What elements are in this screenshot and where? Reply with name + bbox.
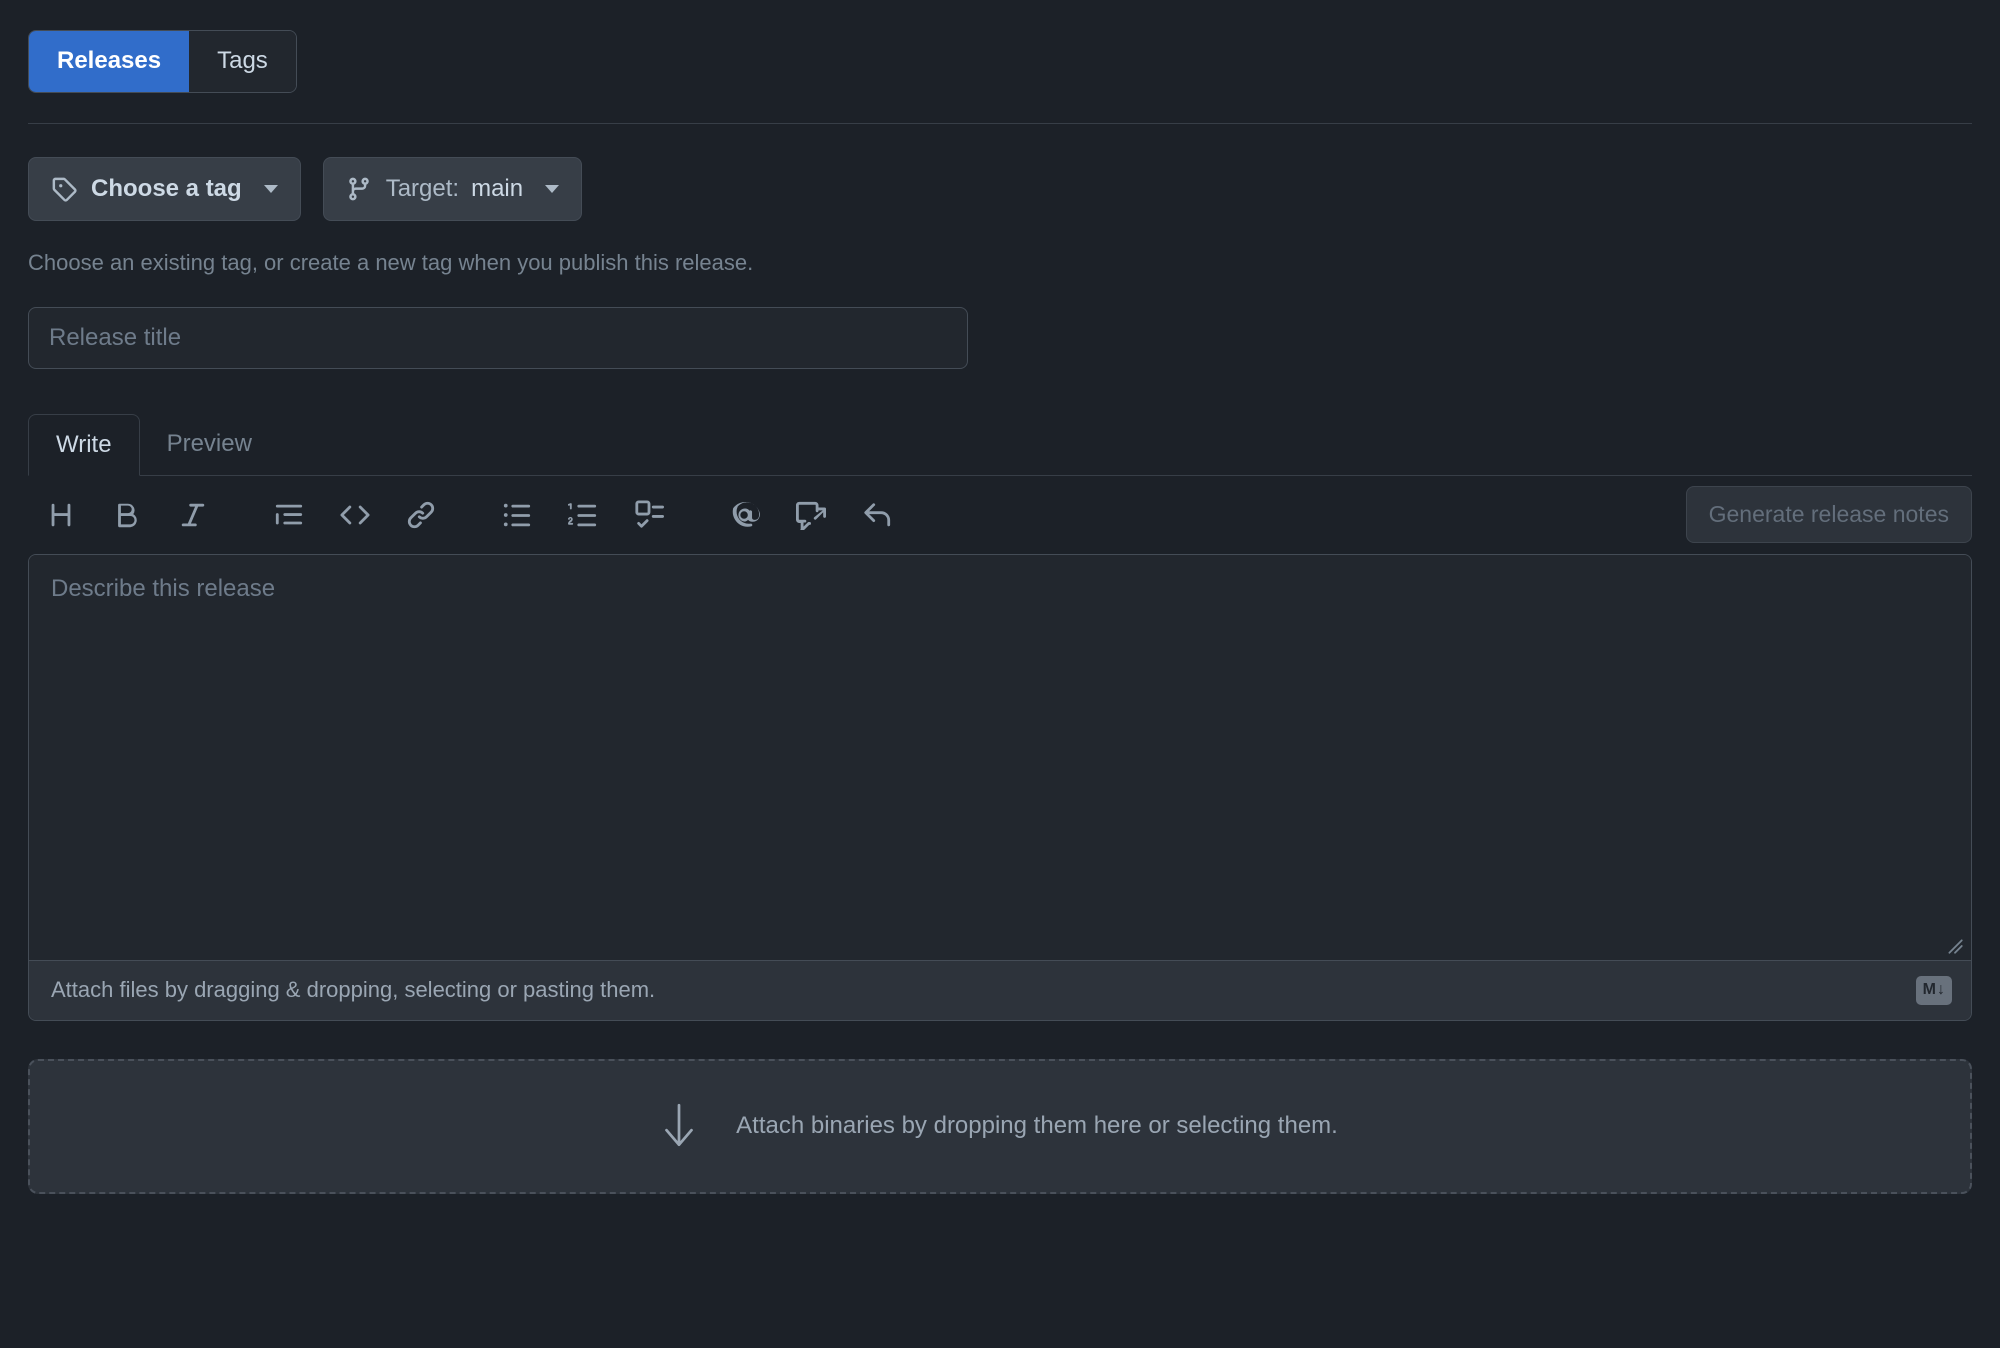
- link-icon[interactable]: [395, 489, 447, 541]
- target-branch-button[interactable]: Target: main: [322, 157, 583, 221]
- tab-tags[interactable]: Tags: [189, 31, 296, 92]
- chevron-down-icon: [263, 185, 278, 193]
- chevron-down-icon: [545, 185, 560, 193]
- editor-tabs: Write Preview: [28, 413, 1972, 476]
- generate-release-notes-button[interactable]: Generate release notes: [1685, 486, 1972, 544]
- tab-write[interactable]: Write: [28, 413, 140, 476]
- release-title-input[interactable]: [28, 306, 968, 369]
- tab-preview[interactable]: Preview: [140, 413, 279, 475]
- heading-icon[interactable]: [35, 489, 87, 541]
- italic-icon[interactable]: [167, 489, 219, 541]
- release-description-textarea[interactable]: Describe this release: [29, 554, 1971, 960]
- code-icon[interactable]: [329, 489, 381, 541]
- target-label: Target:: [385, 175, 460, 202]
- markdown-icon: M ↓: [1915, 975, 1952, 1005]
- reply-icon[interactable]: [851, 489, 903, 541]
- markdown-toolbar: Generate release notes: [28, 476, 1972, 554]
- tag-icon: [51, 176, 77, 202]
- cross-reference-icon[interactable]: [785, 489, 837, 541]
- release-description-box: Describe this release Attach files by dr…: [28, 553, 1972, 1021]
- toolbar-group-text: [28, 489, 226, 541]
- bold-icon[interactable]: [101, 489, 153, 541]
- release-description-placeholder: Describe this release: [51, 574, 276, 602]
- attach-binaries-text: Attach binaries by dropping them here or…: [736, 1112, 1338, 1140]
- attach-files-text: Attach files by dragging & dropping, sel…: [51, 977, 656, 1003]
- resize-handle[interactable]: [1946, 937, 1964, 955]
- arrow-down-icon: [662, 1101, 696, 1151]
- unordered-list-icon[interactable]: [491, 489, 543, 541]
- markdown-badge-letter: M: [1922, 980, 1936, 998]
- attach-binaries-dropzone[interactable]: Attach binaries by dropping them here or…: [28, 1058, 1972, 1194]
- top-tabs: Releases Tags: [28, 0, 1972, 93]
- choose-a-tag-label: Choose a tag: [91, 175, 242, 202]
- create-release-page: Releases Tags Choose a tag Target: main: [0, 0, 2000, 1348]
- git-branch-icon: [346, 176, 372, 202]
- quote-icon[interactable]: [263, 489, 315, 541]
- target-value: main: [471, 175, 524, 202]
- choose-a-tag-button[interactable]: Choose a tag: [28, 157, 301, 221]
- tag-helper-text: Choose an existing tag, or create a new …: [28, 250, 754, 275]
- task-list-icon[interactable]: [623, 489, 675, 541]
- releases-tags-segmented-control: Releases Tags: [28, 30, 297, 93]
- mention-icon[interactable]: [719, 489, 771, 541]
- markdown-badge-arrow: ↓: [1937, 980, 1945, 998]
- attach-files-footer: Attach files by dragging & dropping, sel…: [29, 959, 1971, 1020]
- tab-releases[interactable]: Releases: [29, 31, 190, 92]
- toolbar-group-lists: [484, 489, 682, 541]
- toolbar-group-refs: [712, 489, 910, 541]
- tag-target-row: Choose a tag Target: main: [28, 124, 1972, 221]
- ordered-list-icon[interactable]: [557, 489, 609, 541]
- toolbar-group-block: [256, 489, 454, 541]
